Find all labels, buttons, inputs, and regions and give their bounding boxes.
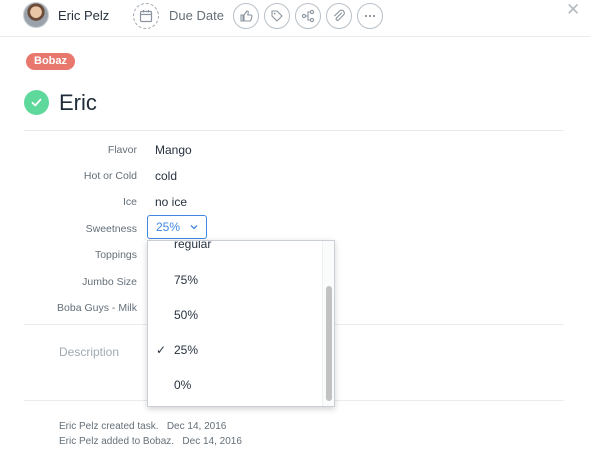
activity-item: Eric Pelz created task. Dec 14, 2016 bbox=[59, 421, 226, 432]
more-actions-button[interactable] bbox=[357, 3, 383, 29]
field-label-toppings: Toppings bbox=[94, 249, 137, 261]
dropdown-scrollbar-thumb[interactable] bbox=[326, 286, 332, 401]
sweetness-selected-value: 25% bbox=[156, 220, 181, 234]
field-label-hot-or-cold: Hot or Cold bbox=[83, 170, 137, 182]
tag-icon bbox=[271, 10, 283, 22]
complete-task-button[interactable] bbox=[24, 90, 49, 115]
activity-date: Dec 14, 2016 bbox=[166, 421, 227, 432]
avatar[interactable] bbox=[23, 2, 49, 28]
dropdown-option-50[interactable]: 50% bbox=[174, 308, 198, 322]
description-input[interactable]: Description bbox=[59, 345, 119, 359]
sweetness-dropdown-menu: regular 75% 50% ✓ 25% 0% bbox=[147, 240, 335, 407]
activity-date: Dec 14, 2016 bbox=[182, 436, 242, 447]
more-icon bbox=[364, 14, 376, 18]
dropdown-option-regular[interactable]: regular bbox=[174, 241, 211, 251]
dropdown-option-75[interactable]: 75% bbox=[174, 273, 198, 287]
check-icon bbox=[31, 98, 42, 107]
sweetness-select[interactable]: 25% bbox=[147, 215, 207, 239]
due-date-button[interactable] bbox=[133, 3, 159, 29]
like-button[interactable] bbox=[233, 3, 259, 29]
field-value-hot-or-cold[interactable]: cold bbox=[155, 169, 177, 183]
field-label-boba-guys-milk: Boba Guys - Milk bbox=[57, 302, 137, 314]
field-label-jumbo-size: Jumbo Size bbox=[82, 276, 137, 288]
selected-check-icon: ✓ bbox=[156, 343, 167, 357]
project-tag[interactable]: Bobaz bbox=[26, 53, 75, 70]
task-toolbar: Eric Pelz Due Date ✕ bbox=[0, 0, 590, 37]
like-icon bbox=[240, 10, 253, 22]
field-value-flavor[interactable]: Mango bbox=[155, 143, 192, 157]
field-value-ice[interactable]: no ice bbox=[155, 195, 187, 209]
activity-text: Eric Pelz added to Bobaz. bbox=[59, 436, 175, 447]
activity-text: Eric Pelz created task. bbox=[59, 421, 159, 432]
attachment-icon bbox=[334, 9, 345, 21]
divider bbox=[24, 130, 564, 131]
close-icon[interactable]: ✕ bbox=[566, 1, 580, 18]
tag-button[interactable] bbox=[264, 3, 290, 29]
calendar-icon bbox=[139, 10, 153, 23]
chevron-down-icon bbox=[190, 225, 198, 230]
field-label-flavor: Flavor bbox=[107, 144, 137, 156]
attachment-button[interactable] bbox=[326, 3, 352, 29]
subtask-icon bbox=[301, 9, 315, 23]
dropdown-option-0[interactable]: 0% bbox=[174, 378, 191, 392]
field-label-ice: Ice bbox=[122, 196, 137, 208]
task-title[interactable]: Eric bbox=[59, 90, 97, 116]
field-label-sweetness: Sweetness bbox=[85, 223, 137, 235]
assignee-name[interactable]: Eric Pelz bbox=[58, 8, 109, 23]
dropdown-option-25[interactable]: 25% bbox=[174, 343, 198, 357]
due-date-label[interactable]: Due Date bbox=[169, 8, 224, 23]
activity-item: Eric Pelz added to Bobaz. Dec 14, 2016 bbox=[59, 436, 242, 447]
subtask-button[interactable] bbox=[295, 3, 321, 29]
